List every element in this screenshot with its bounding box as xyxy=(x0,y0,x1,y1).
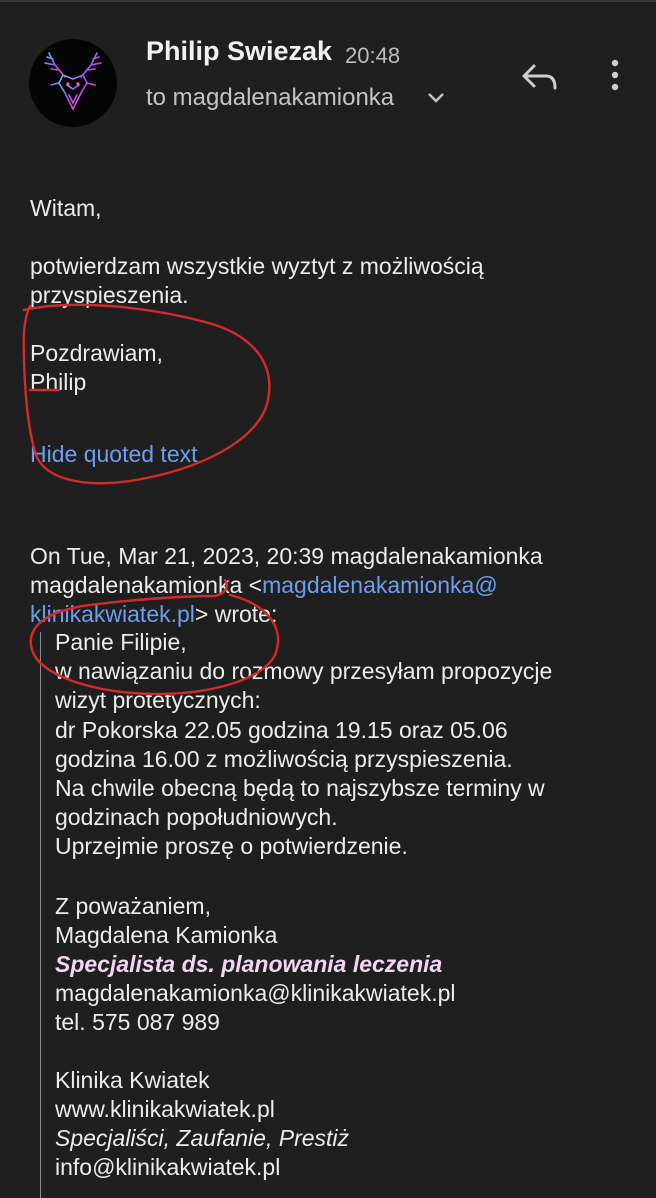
quoted-salutation: Panie Filipie, xyxy=(55,629,187,655)
quoted-line: Uprzejmie proszę o potwierdzenie. xyxy=(55,833,408,859)
chevron-down-icon[interactable] xyxy=(426,90,446,106)
message-time: 20:48 xyxy=(345,43,401,68)
sender-name: Philip Swiezak xyxy=(146,36,333,66)
body-line: potwierdzam wszystkie wyztyt z możliwośc… xyxy=(30,253,484,279)
closing: Pozdrawiam, xyxy=(30,340,163,366)
signature: Philip xyxy=(30,369,87,395)
quoted-email-link[interactable]: magdalenakamionka@klinikakwiatek.pl xyxy=(55,979,456,1008)
quote-header-line: magdalenakamionka <magdalenakamionka@ xyxy=(30,571,498,600)
quote-sender: magdalenakamionka < xyxy=(30,572,263,598)
quoted-line: godzina 16.00 z możliwością przyspieszen… xyxy=(55,746,513,772)
quote-header-line: klinikakwiatek.pl> wrote: xyxy=(30,600,277,629)
body-line: przyspieszenia. xyxy=(30,282,189,308)
quoted-line: godzinach popołudniowych. xyxy=(55,804,338,830)
quoted-line: Na chwile obecną będą to najszybsze term… xyxy=(55,775,545,801)
quote-email-link[interactable]: magdalenakamionka@ xyxy=(262,572,498,598)
quoted-regards: Z poważaniem, xyxy=(55,893,211,919)
greeting: Witam, xyxy=(30,195,102,221)
quoted-line: wizyt protetycznych: xyxy=(55,687,261,713)
quoted-motto: Specjaliści, Zaufanie, Prestiż xyxy=(55,1125,350,1151)
hide-quoted-text-link[interactable]: Hide quoted text xyxy=(30,440,198,469)
quoted-info-email-link[interactable]: info@klinikakwiatek.pl xyxy=(55,1153,280,1182)
quoted-line: w nawiązaniu do rozmowy przesyłam propoz… xyxy=(55,658,553,684)
quoted-company: Klinika Kwiatek xyxy=(55,1067,210,1093)
deer-head-icon xyxy=(44,52,102,111)
top-divider xyxy=(0,0,656,2)
more-vert-icon[interactable] xyxy=(603,58,627,94)
quoted-job-title: Specjalista ds. planowania leczenia xyxy=(55,951,443,977)
quote-wrote: > wrote: xyxy=(194,601,278,627)
quote-bar xyxy=(40,632,41,1198)
quoted-line: dr Pokorska 22.05 godzina 19.15 oraz 05.… xyxy=(55,717,508,743)
sender-avatar[interactable] xyxy=(29,39,117,127)
quoted-phone: tel. 575 087 989 xyxy=(55,1009,220,1035)
recipient-line[interactable]: to magdalenakamionka xyxy=(146,84,394,112)
quote-header-line: On Tue, Mar 21, 2023, 20:39 magdalenakam… xyxy=(30,543,543,569)
quote-email-link-domain[interactable]: klinikakwiatek.pl xyxy=(30,601,195,627)
quoted-website-link[interactable]: www.klinikakwiatek.pl xyxy=(55,1095,275,1124)
reply-icon[interactable] xyxy=(518,58,560,96)
quoted-name: Magdalena Kamionka xyxy=(55,922,278,948)
